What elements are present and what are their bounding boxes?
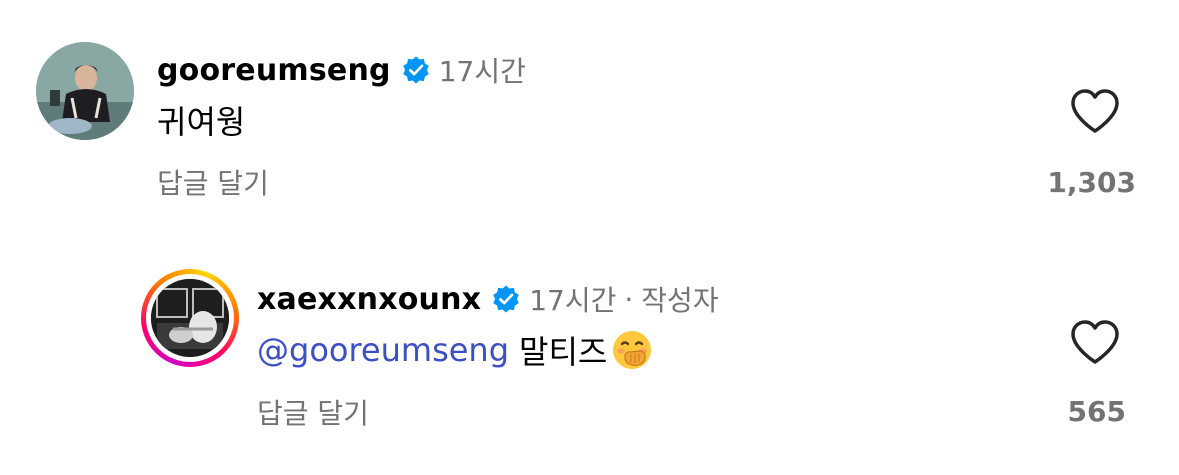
- comment-body: 말티즈: [519, 333, 608, 371]
- reply-button[interactable]: 답글 달기: [257, 392, 369, 432]
- comment-body: 귀여웡: [157, 103, 246, 141]
- username[interactable]: gooreumseng: [157, 53, 391, 88]
- comment-time: 17시간: [438, 55, 526, 88]
- username[interactable]: xaexxnxounx: [257, 282, 481, 317]
- mention-link[interactable]: @gooreumseng: [257, 331, 509, 369]
- verified-badge-icon: [493, 285, 519, 313]
- comment-header: gooreumseng 17시간: [157, 50, 526, 90]
- avatar-photo: [151, 279, 229, 357]
- separator-dot: ·: [624, 282, 634, 316]
- like-count: 1,303: [1047, 166, 1136, 199]
- reply-header: xaexxnxounx 17시간 · 작성자: [257, 279, 719, 319]
- author-tag: 작성자: [641, 284, 719, 317]
- heart-icon[interactable]: [1070, 319, 1120, 365]
- avatar-story-ring[interactable]: [141, 269, 239, 367]
- heart-icon[interactable]: [1070, 88, 1120, 134]
- comment-text: 귀여웡: [157, 100, 246, 141]
- comment-time: 17시간: [529, 284, 617, 317]
- avatar-photo: [36, 42, 134, 140]
- avatar[interactable]: [36, 42, 134, 140]
- like-count: 565: [1067, 395, 1126, 428]
- avatar: [151, 279, 229, 357]
- comment-text: @gooreumseng 말티즈: [257, 328, 653, 372]
- verified-badge-icon: [402, 56, 429, 84]
- reply-button[interactable]: 답글 달기: [157, 162, 269, 202]
- hand-over-mouth-emoji: [613, 331, 652, 369]
